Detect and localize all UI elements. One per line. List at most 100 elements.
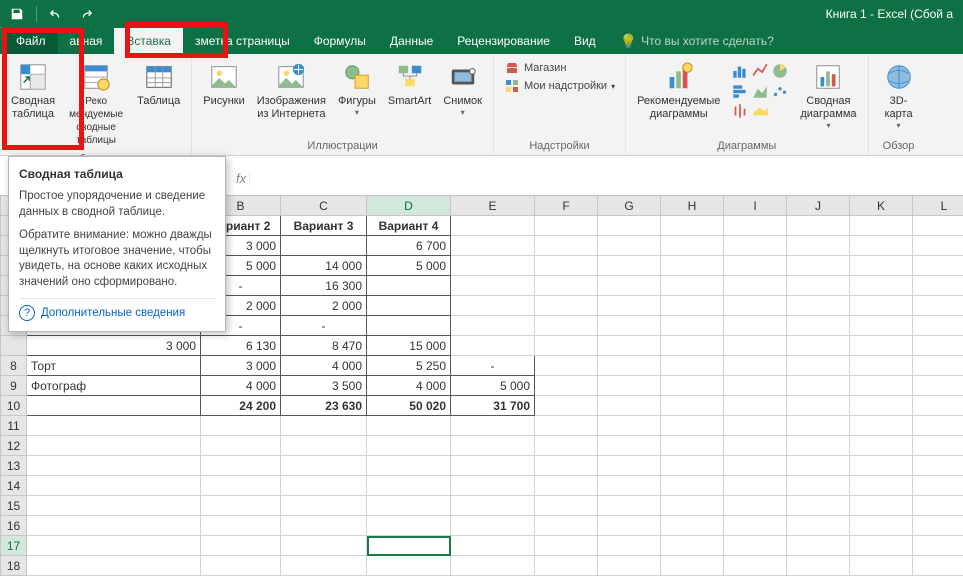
table-row: 13	[1, 456, 963, 476]
chart-line-icon[interactable]	[751, 62, 769, 80]
tell-me-placeholder: Что вы хотите сделать?	[641, 34, 774, 48]
group-illustrations-label: Иллюстрации	[198, 137, 487, 155]
tab-view[interactable]: Вид	[562, 28, 608, 54]
group-charts: Рекомендуемые диаграммы	[626, 54, 868, 155]
online-pictures-label: Изображения из Интернета	[257, 95, 326, 121]
recommended-pivot-button[interactable]: Рекомендуемыесводные таблицы	[62, 58, 130, 150]
table-row: 17	[1, 536, 963, 556]
screentip-text: Простое упорядочение и сведение данных в…	[19, 189, 215, 220]
chevron-down-icon: ▾	[461, 108, 465, 117]
pictures-label: Рисунки	[203, 95, 245, 108]
chevron-down-icon: ▾	[611, 82, 615, 91]
tab-review[interactable]: Рецензирование	[445, 28, 562, 54]
store-button[interactable]: Магазин	[504, 60, 615, 76]
chart-column-icon[interactable]	[731, 62, 749, 80]
recommended-pivot-label: Рекомендуемыесводные таблицы	[67, 95, 125, 147]
screenshot-button[interactable]: Снимок ▾	[438, 58, 487, 120]
lightbulb-icon: 💡	[620, 33, 637, 50]
table-row: 9Фотограф4 0003 5004 0005 000	[1, 376, 963, 396]
chart-stock-icon[interactable]	[731, 102, 749, 120]
tab-data[interactable]: Данные	[378, 28, 445, 54]
shapes-button[interactable]: Фигуры ▾	[333, 58, 381, 120]
recommended-charts-button[interactable]: Рекомендуемые диаграммы	[632, 58, 725, 124]
shapes-label: Фигуры	[338, 95, 376, 108]
addins-icon	[504, 78, 520, 94]
col-H: H	[661, 196, 724, 216]
chart-scatter-icon[interactable]	[771, 82, 789, 100]
table-row: 1024 20023 63050 02031 700	[1, 396, 963, 416]
globe-icon	[883, 61, 915, 93]
col-G: G	[598, 196, 661, 216]
tab-insert[interactable]: Вставка	[114, 28, 183, 54]
table-row: 18	[1, 556, 963, 576]
table-icon	[143, 61, 175, 93]
store-label: Магазин	[524, 62, 566, 74]
title-bar: Книга 1 - Excel (Сбой а	[0, 0, 963, 28]
screenshot-label: Снимок	[443, 95, 482, 108]
chart-bar-icon[interactable]	[731, 82, 749, 100]
chart-area-icon[interactable]	[751, 82, 769, 100]
chevron-down-icon: ▾	[897, 121, 901, 130]
group-addins-label: Надстройки	[500, 137, 619, 155]
pivot-chart-button[interactable]: Сводная диаграмма ▾	[795, 58, 861, 133]
pivot-table-label: Сводная таблица	[11, 95, 55, 121]
active-cell[interactable]	[367, 536, 451, 556]
undo-button[interactable]	[45, 3, 67, 25]
save-button[interactable]	[6, 3, 28, 25]
group-tours: 3D- карта ▾ Обзор	[869, 54, 929, 155]
3d-map-button[interactable]: 3D- карта ▾	[875, 58, 923, 133]
chart-surface-icon[interactable]	[751, 102, 769, 120]
pivot-chart-label: Сводная диаграмма	[800, 95, 856, 121]
group-tours-label: Обзор	[875, 137, 923, 155]
screenshot-icon	[447, 61, 479, 93]
table-label: Таблица	[137, 95, 180, 108]
table-row: 11	[1, 416, 963, 436]
table-row: 15	[1, 496, 963, 516]
help-icon: ?	[19, 305, 35, 321]
col-D: D	[367, 196, 451, 216]
chevron-down-icon: ▾	[826, 121, 830, 130]
col-L: L	[913, 196, 963, 216]
col-C: C	[281, 196, 367, 216]
col-E: E	[451, 196, 535, 216]
tab-page-layout[interactable]: зметка страницы	[183, 28, 302, 54]
tab-formulas[interactable]: Формулы	[302, 28, 378, 54]
tell-me-search[interactable]: 💡 Что вы хотите сделать?	[620, 28, 774, 54]
redo-button[interactable]	[75, 3, 97, 25]
shapes-icon	[341, 61, 373, 93]
table-row: 8Торт3 0004 0005 250-	[1, 356, 963, 376]
pictures-button[interactable]: Рисунки	[198, 58, 250, 111]
pivot-chart-icon	[812, 61, 844, 93]
store-icon	[504, 60, 520, 76]
pivot-table-icon	[17, 61, 49, 93]
quick-access-toolbar	[6, 3, 97, 25]
table-row: 12	[1, 436, 963, 456]
tab-home[interactable]: авная	[58, 28, 115, 54]
online-pictures-icon	[275, 61, 307, 93]
screentip-help-link[interactable]: ? Дополнительные сведения	[19, 298, 215, 321]
col-K: K	[850, 196, 913, 216]
my-addins-button[interactable]: Мои надстройки ▾	[504, 78, 615, 94]
pictures-icon	[208, 61, 240, 93]
table-row: 3 0006 1308 47015 000	[1, 336, 963, 356]
screentip-pivot-table: Сводная таблица Простое упорядочение и с…	[8, 156, 226, 332]
group-illustrations: Рисунки Изображения из Интернета Фигуры …	[192, 54, 494, 155]
smartart-button[interactable]: SmartArt	[383, 58, 436, 111]
group-addins: Магазин Мои надстройки ▾ Надстройки	[494, 54, 626, 155]
smartart-label: SmartArt	[388, 95, 431, 108]
fx-icon[interactable]: fx	[230, 171, 250, 186]
table-row: 16	[1, 516, 963, 536]
ribbon-tabs: Файл авная Вставка зметка страницы Форму…	[0, 28, 963, 54]
online-pictures-button[interactable]: Изображения из Интернета	[252, 58, 331, 124]
table-button[interactable]: Таблица	[132, 58, 185, 111]
col-I: I	[724, 196, 787, 216]
smartart-icon	[394, 61, 426, 93]
my-addins-label: Мои надстройки	[524, 80, 607, 92]
ribbon: Сводная таблица Рекомендуемыесводные таб…	[0, 54, 963, 156]
chart-pie-icon[interactable]	[771, 62, 789, 80]
tab-file[interactable]: Файл	[4, 28, 58, 54]
pivot-table-button[interactable]: Сводная таблица	[6, 58, 60, 124]
group-tables: Сводная таблица Рекомендуемыесводные таб…	[0, 54, 192, 155]
formula-bar: fx	[230, 168, 250, 188]
screentip-text: Обратите внимание: можно дважды щелкнуть…	[19, 228, 215, 290]
